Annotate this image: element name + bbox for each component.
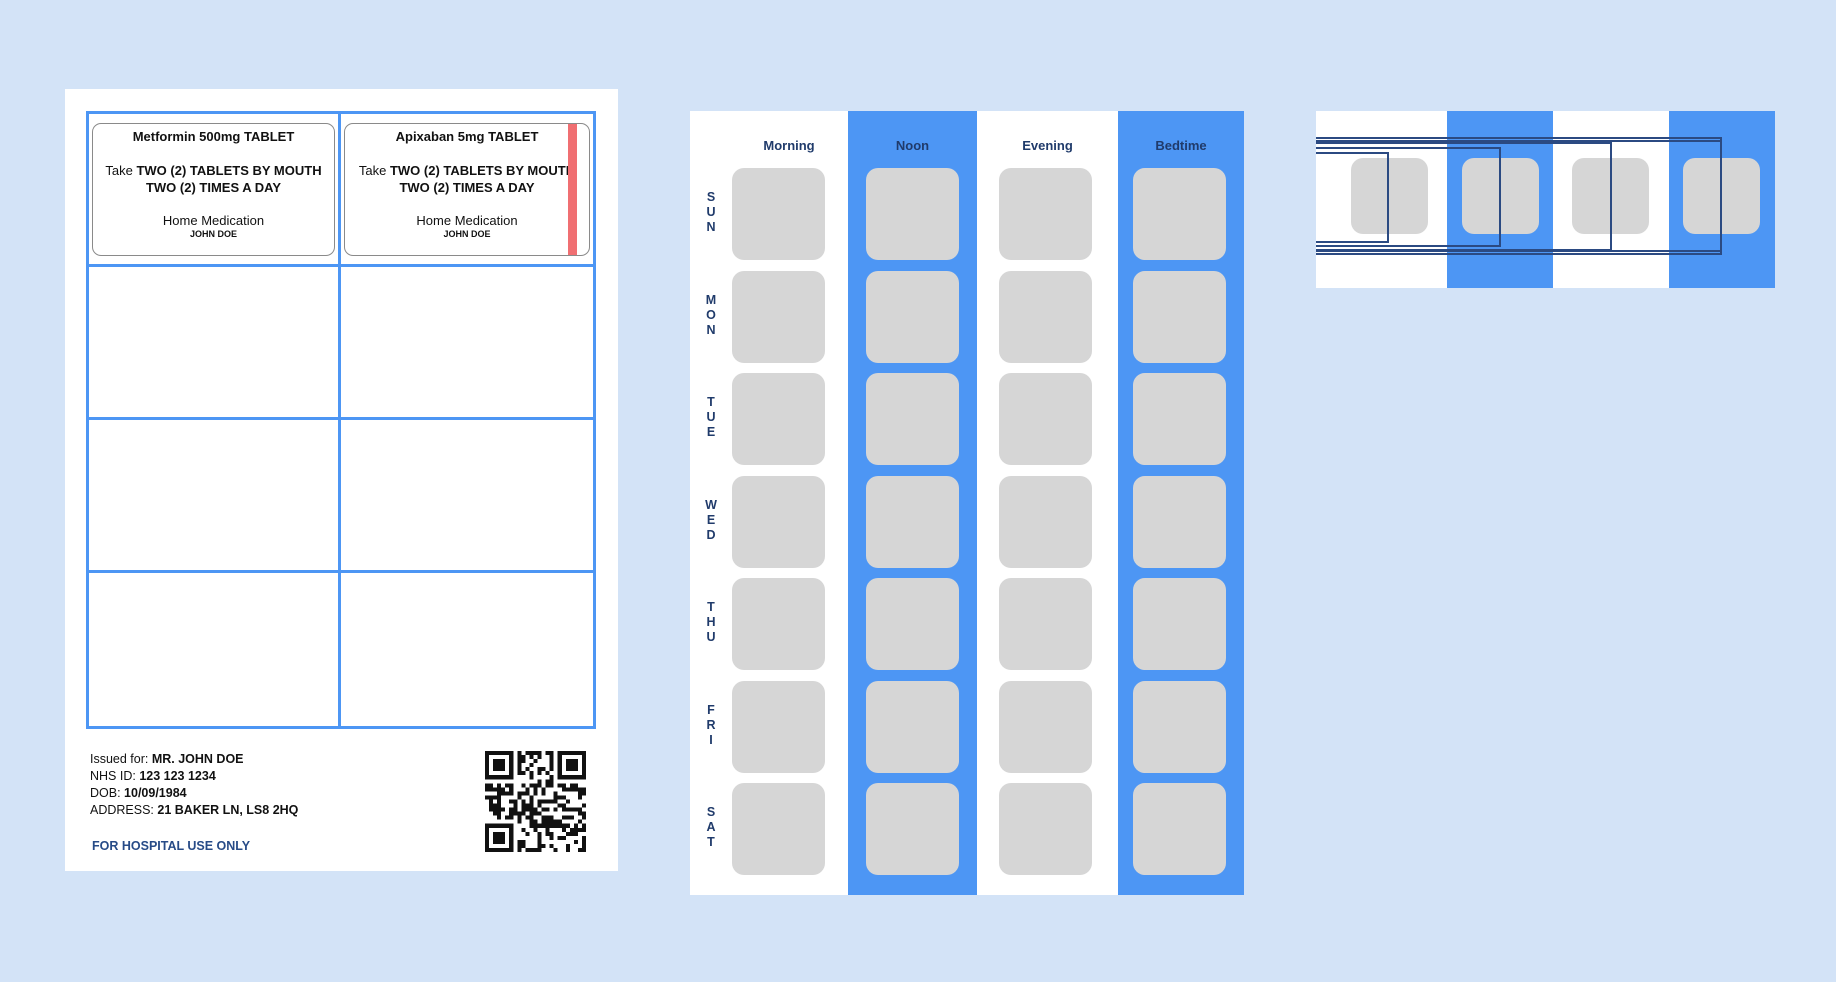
label-slot-empty[interactable] [89, 420, 341, 573]
compartment-sat-noon[interactable] [866, 783, 959, 875]
compartment-fri-evening[interactable] [999, 680, 1092, 773]
medication-label[interactable]: Apixaban 5mg TABLET Take TWO (2) TABLETS… [344, 123, 590, 256]
column-header-noon: Noon [895, 138, 930, 153]
compartment-wed-evening[interactable] [999, 475, 1092, 568]
compartment-tue-bedtime[interactable] [1133, 373, 1226, 465]
day-label-sat: SAT [706, 805, 716, 849]
label-slot-empty[interactable] [89, 573, 341, 726]
hospital-use-note: FOR HOSPITAL USE ONLY [92, 839, 251, 853]
column-header-bedtime: Bedtime [1155, 138, 1207, 153]
label-slot[interactable]: Apixaban 5mg TABLET Take TWO (2) TABLETS… [341, 114, 593, 267]
compartment-sun-bedtime[interactable] [1133, 168, 1226, 260]
medication-origin: Home Medication [416, 213, 518, 228]
label-slot-empty[interactable] [89, 267, 341, 420]
compartment-mon-bedtime[interactable] [1133, 270, 1226, 363]
compartment-sat-evening[interactable] [999, 783, 1092, 875]
compartment-fri-noon[interactable] [866, 680, 959, 773]
day-label-thu: THU [706, 600, 716, 644]
label-slot-empty[interactable] [341, 420, 593, 573]
column-header-evening: Evening [1022, 138, 1073, 153]
compartment-tue-morning[interactable] [732, 373, 825, 465]
compartment-sun-morning[interactable] [732, 168, 825, 260]
dosage-instruction: Take TWO (2) TABLETS BY MOUTH TWO (2) TI… [105, 163, 322, 195]
compartment-sat-morning[interactable] [732, 783, 825, 875]
weekly-pill-organiser: Morning Noon Evening Bedtime SUN MON TUE WE… [690, 111, 1244, 895]
label-patient-name: JOHN DOE [189, 229, 237, 239]
compartment-fri-bedtime[interactable] [1133, 680, 1226, 773]
medication-origin: Home Medication [162, 213, 265, 228]
qr-code-icon [485, 751, 586, 852]
medication-label[interactable]: Metformin 500mg TABLET Take TWO (2) TABL… [92, 123, 335, 256]
label-patient-name: JOHN DOE [443, 229, 491, 239]
label-slot[interactable]: Metformin 500mg TABLET Take TWO (2) TABL… [89, 114, 341, 267]
compartment-tue-noon[interactable] [866, 373, 959, 465]
issued-for: Issued for: MR. JOHN DOE [90, 752, 244, 766]
compartment-thu-bedtime[interactable] [1133, 578, 1226, 670]
side-view-outline [1316, 140, 1722, 252]
medication-name: Apixaban 5mg TABLET [395, 129, 539, 144]
compartment-thu-morning[interactable] [732, 578, 825, 670]
patient-details: Issued for: MR. JOHN DOE NHS ID: 123 123… [90, 751, 298, 819]
compartment-sun-noon[interactable] [866, 168, 959, 260]
day-label-wed: WED [705, 497, 717, 542]
compartment-wed-noon[interactable] [866, 475, 959, 568]
organiser-side-view [1316, 111, 1775, 288]
dosage-instruction: Take TWO (2) TABLETS BY MOUTH TWO (2) TI… [358, 163, 576, 195]
label-sheet: Metformin 500mg TABLET Take TWO (2) TABL… [65, 89, 618, 871]
day-label-tue: TUE [706, 395, 716, 439]
day-label-mon: MON [705, 292, 717, 337]
compartment-mon-evening[interactable] [999, 270, 1092, 363]
date-of-birth: DOB: 10/09/1984 [90, 786, 187, 800]
compartment-tue-evening[interactable] [999, 373, 1092, 465]
compartment-mon-noon[interactable] [866, 270, 959, 363]
compartment-sun-evening[interactable] [999, 168, 1092, 260]
compartment-thu-noon[interactable] [866, 578, 959, 670]
column-header-morning: Morning [763, 138, 815, 153]
medication-name: Metformin 500mg TABLET [132, 129, 295, 144]
compartment-wed-morning[interactable] [732, 475, 825, 568]
compartment-sat-bedtime[interactable] [1133, 783, 1226, 875]
label-slot-empty[interactable] [341, 573, 593, 726]
nhs-id: NHS ID: 123 123 1234 [90, 769, 216, 783]
compartment-mon-morning[interactable] [732, 270, 825, 363]
day-label-sun: SUN [706, 190, 716, 234]
compartment-fri-morning[interactable] [732, 680, 825, 773]
address: ADDRESS: 21 BAKER LN, LS8 2HQ [90, 803, 299, 817]
label-grid: Metformin 500mg TABLET Take TWO (2) TABL… [86, 111, 596, 729]
day-label-fri: FRI [706, 702, 716, 747]
compartment-wed-bedtime[interactable] [1133, 475, 1226, 568]
label-slot-empty[interactable] [341, 267, 593, 420]
compartment-thu-evening[interactable] [999, 578, 1092, 670]
high-risk-flag [568, 124, 577, 255]
